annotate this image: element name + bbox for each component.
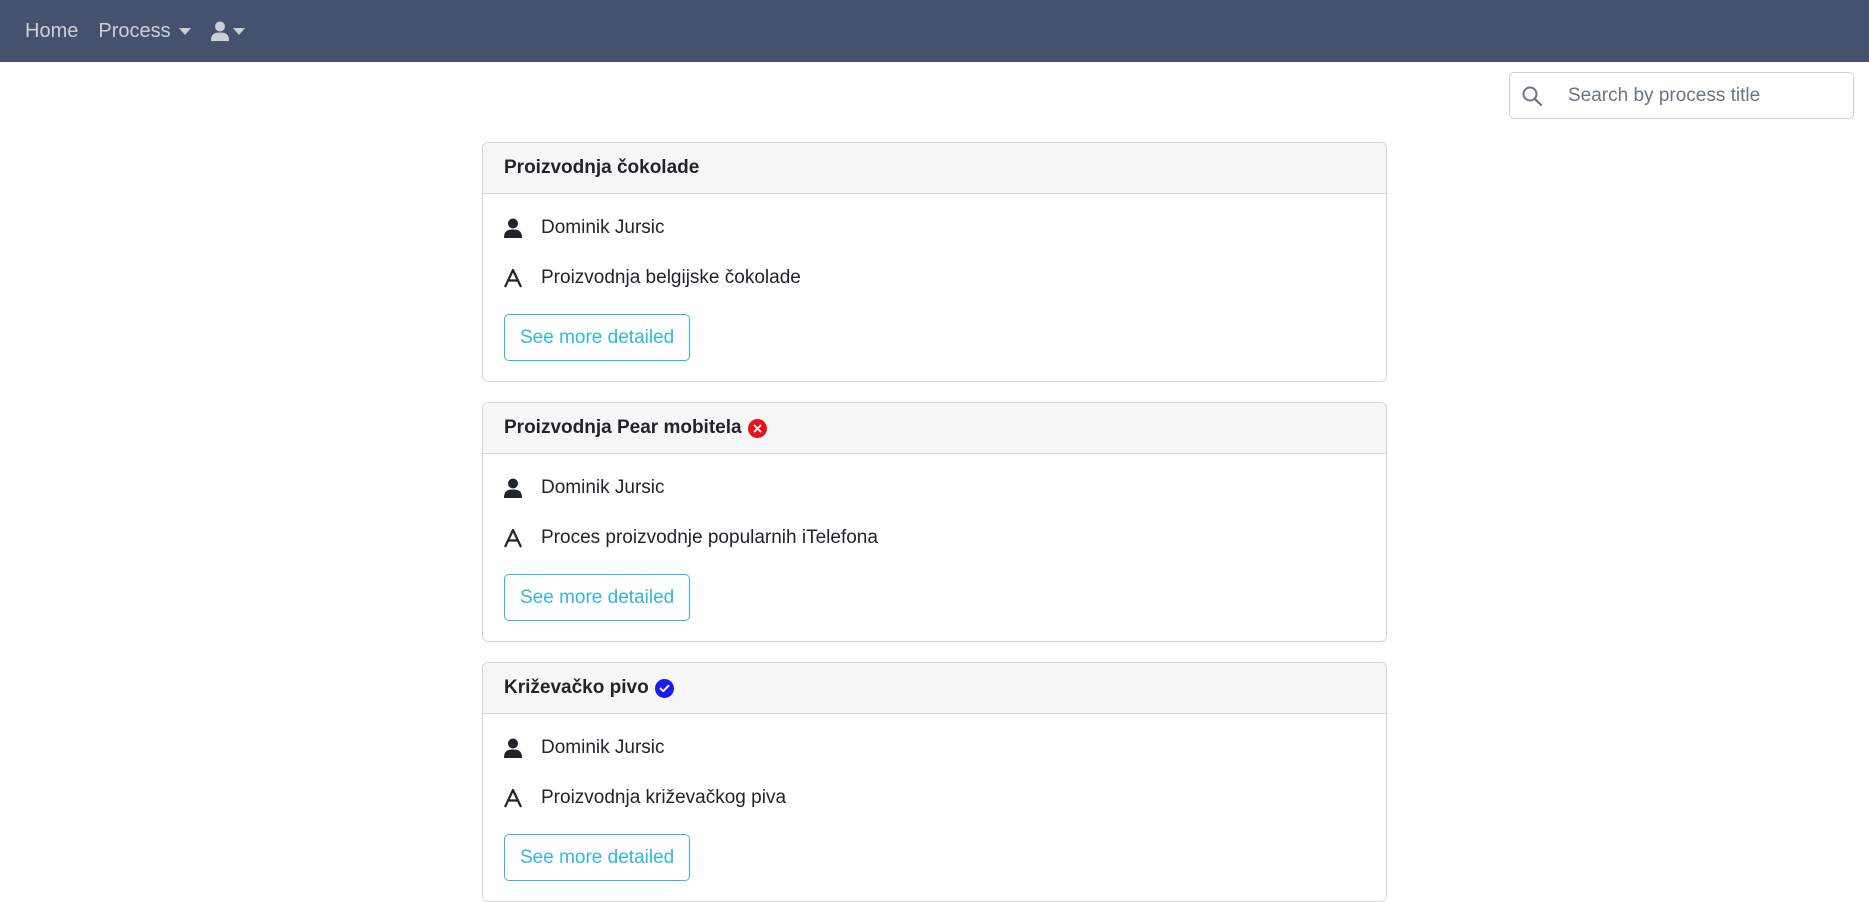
see-more-button[interactable]: See more detailed: [504, 834, 691, 881]
process-card-header: Proizvodnja čokolade: [483, 143, 1386, 194]
user-icon: [504, 738, 541, 758]
process-description: Proizvodnja belgijske čokolade: [541, 267, 801, 288]
check-circle-icon: [654, 678, 674, 698]
user-icon: [504, 218, 541, 238]
process-card: Križevačko pivo Dominik Jursic Proizvodn…: [482, 662, 1387, 902]
process-title: Proizvodnja Pear mobitela: [504, 417, 742, 438]
nav-home-link[interactable]: Home: [25, 20, 78, 43]
process-card: Proizvodnja čokolade Dominik Jursic Proi…: [482, 142, 1387, 382]
user-icon: [504, 478, 541, 498]
font-icon: [504, 528, 541, 548]
x-circle-icon: [747, 418, 767, 438]
nav-process-dropdown[interactable]: Process: [98, 19, 191, 43]
process-description: Proizvodnja križevačkog piva: [541, 787, 787, 808]
process-author: Dominik Jursic: [541, 477, 665, 498]
process-title: Proizvodnja čokolade: [504, 157, 700, 178]
see-more-button[interactable]: See more detailed: [504, 574, 691, 621]
nav-process-label: Process: [98, 19, 171, 42]
search-icon: [1510, 85, 1554, 107]
process-author: Dominik Jursic: [541, 217, 665, 238]
user-icon: [210, 21, 229, 41]
font-icon: [504, 788, 541, 808]
chevron-down-icon: [232, 27, 245, 35]
chevron-down-icon: [178, 27, 191, 35]
process-card: Proizvodnja Pear mobitela Dominik Jursic: [482, 402, 1387, 642]
process-card-header: Proizvodnja Pear mobitela: [483, 403, 1386, 454]
process-title: Križevačko pivo: [504, 677, 649, 698]
user-menu-dropdown[interactable]: [210, 21, 245, 41]
search-input[interactable]: [1554, 73, 1853, 118]
process-card-header: Križevačko pivo: [483, 663, 1386, 714]
see-more-button[interactable]: See more detailed: [504, 314, 691, 361]
search-box: [1509, 72, 1854, 119]
top-navbar: Home Process: [0, 0, 1869, 62]
process-description: Proces proizvodnje popularnih iTelefona: [541, 527, 878, 548]
font-icon: [504, 268, 541, 288]
process-author: Dominik Jursic: [541, 737, 665, 758]
